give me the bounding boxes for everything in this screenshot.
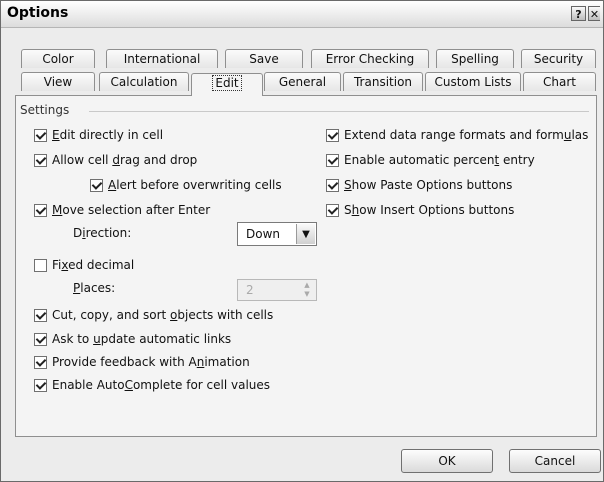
tab-security[interactable]: Security [521, 49, 596, 68]
extend-range-checkbox[interactable]: Extend data range formats and formulas [326, 127, 588, 143]
alert-overwrite-label: Alert before overwriting cells [108, 178, 282, 192]
insert-options-checkbox[interactable]: Show Insert Options buttons [326, 202, 514, 218]
auto-percent-label: Enable automatic percent entry [344, 153, 535, 167]
insert-options-label: Show Insert Options buttons [344, 203, 515, 217]
auto-percent-checkbox[interactable]: Enable automatic percent entry [326, 152, 535, 168]
fixed-decimal-checkbox[interactable]: Fixed decimal [34, 257, 134, 273]
checkbox-box[interactable] [34, 355, 47, 369]
tab-view[interactable]: View [21, 72, 95, 91]
window-title: Options [7, 5, 69, 21]
checkbox-box[interactable] [90, 178, 103, 192]
tab-international[interactable]: International [106, 49, 218, 68]
checkbox-box[interactable] [34, 203, 47, 217]
checkbox-box[interactable] [34, 378, 47, 392]
checkbox-box[interactable] [34, 308, 47, 322]
autocomplete-checkbox[interactable]: Enable AutoComplete for cell values [34, 377, 270, 393]
places-value: 2 [246, 283, 254, 297]
edit-directly-label: Edit directly in cell [52, 128, 164, 142]
tab-edit[interactable]: Edit [191, 73, 263, 96]
tab-edit-label: Edit [212, 75, 242, 91]
tab-general[interactable]: General [264, 72, 341, 91]
fixed-decimal-label: Fixed decimal [52, 258, 135, 272]
checkbox-box[interactable] [34, 332, 47, 346]
places-label: Places: [73, 281, 116, 295]
close-button[interactable]: ✕ [588, 6, 600, 21]
checkbox-box[interactable] [34, 258, 47, 272]
extend-range-label: Extend data range formats and formulas [344, 128, 589, 142]
checkbox-box[interactable] [326, 178, 339, 192]
tab-save[interactable]: Save [225, 49, 303, 68]
edit-directly-checkbox[interactable]: Edit directly in cell [34, 127, 163, 143]
checkbox-box[interactable] [34, 128, 47, 142]
alert-overwrite-checkbox[interactable]: Alert before overwriting cells [90, 177, 282, 193]
autocomplete-label: Enable AutoComplete for cell values [52, 378, 271, 392]
cut-copy-sort-checkbox[interactable]: Cut, copy, and sort objects with cells [34, 307, 273, 323]
checkbox-box[interactable] [326, 203, 339, 217]
move-selection-checkbox[interactable]: Move selection after Enter [34, 202, 210, 218]
tab-calculation[interactable]: Calculation [99, 72, 189, 91]
ok-button[interactable]: OK [401, 449, 493, 473]
tab-chart[interactable]: Chart [523, 72, 596, 91]
tab-spelling[interactable]: Spelling [436, 49, 514, 68]
direction-select[interactable]: Down ▼ [237, 222, 317, 246]
feedback-animation-label: Provide feedback with Animation [52, 355, 250, 369]
tab-transition[interactable]: Transition [343, 72, 423, 91]
paste-options-checkbox[interactable]: Show Paste Options buttons [326, 177, 512, 193]
move-selection-label: Move selection after Enter [52, 203, 211, 217]
update-links-checkbox[interactable]: Ask to update automatic links [34, 331, 231, 347]
settings-group-label: Settings [20, 103, 74, 117]
direction-label: Direction: [73, 226, 132, 240]
spinner-arrows-icon: ▲ ▼ [304, 281, 310, 298]
direction-select-value: Down [246, 227, 281, 241]
cut-copy-sort-label: Cut, copy, and sort objects with cells [52, 308, 274, 322]
paste-options-label: Show Paste Options buttons [344, 178, 513, 192]
update-links-label: Ask to update automatic links [52, 332, 232, 346]
cell-drag-drop-label: Allow cell drag and drop [52, 153, 198, 167]
checkbox-box[interactable] [34, 153, 47, 167]
help-button[interactable]: ? [571, 6, 586, 21]
places-spinner: 2 ▲ ▼ [237, 279, 317, 301]
chevron-down-icon[interactable]: ▼ [296, 224, 315, 244]
options-dialog: Options ? ✕ Color International Save Err… [0, 0, 604, 482]
tab-custom-lists[interactable]: Custom Lists [425, 72, 521, 91]
cell-drag-drop-checkbox[interactable]: Allow cell drag and drop [34, 152, 197, 168]
settings-group-divider [89, 111, 589, 112]
checkbox-box[interactable] [326, 153, 339, 167]
feedback-animation-checkbox[interactable]: Provide feedback with Animation [34, 354, 250, 370]
title-bar: Options ? ✕ [1, 1, 603, 28]
tab-color[interactable]: Color [21, 49, 95, 68]
checkbox-box[interactable] [326, 128, 339, 142]
tab-error-checking[interactable]: Error Checking [311, 49, 429, 68]
cancel-button[interactable]: Cancel [509, 449, 601, 473]
